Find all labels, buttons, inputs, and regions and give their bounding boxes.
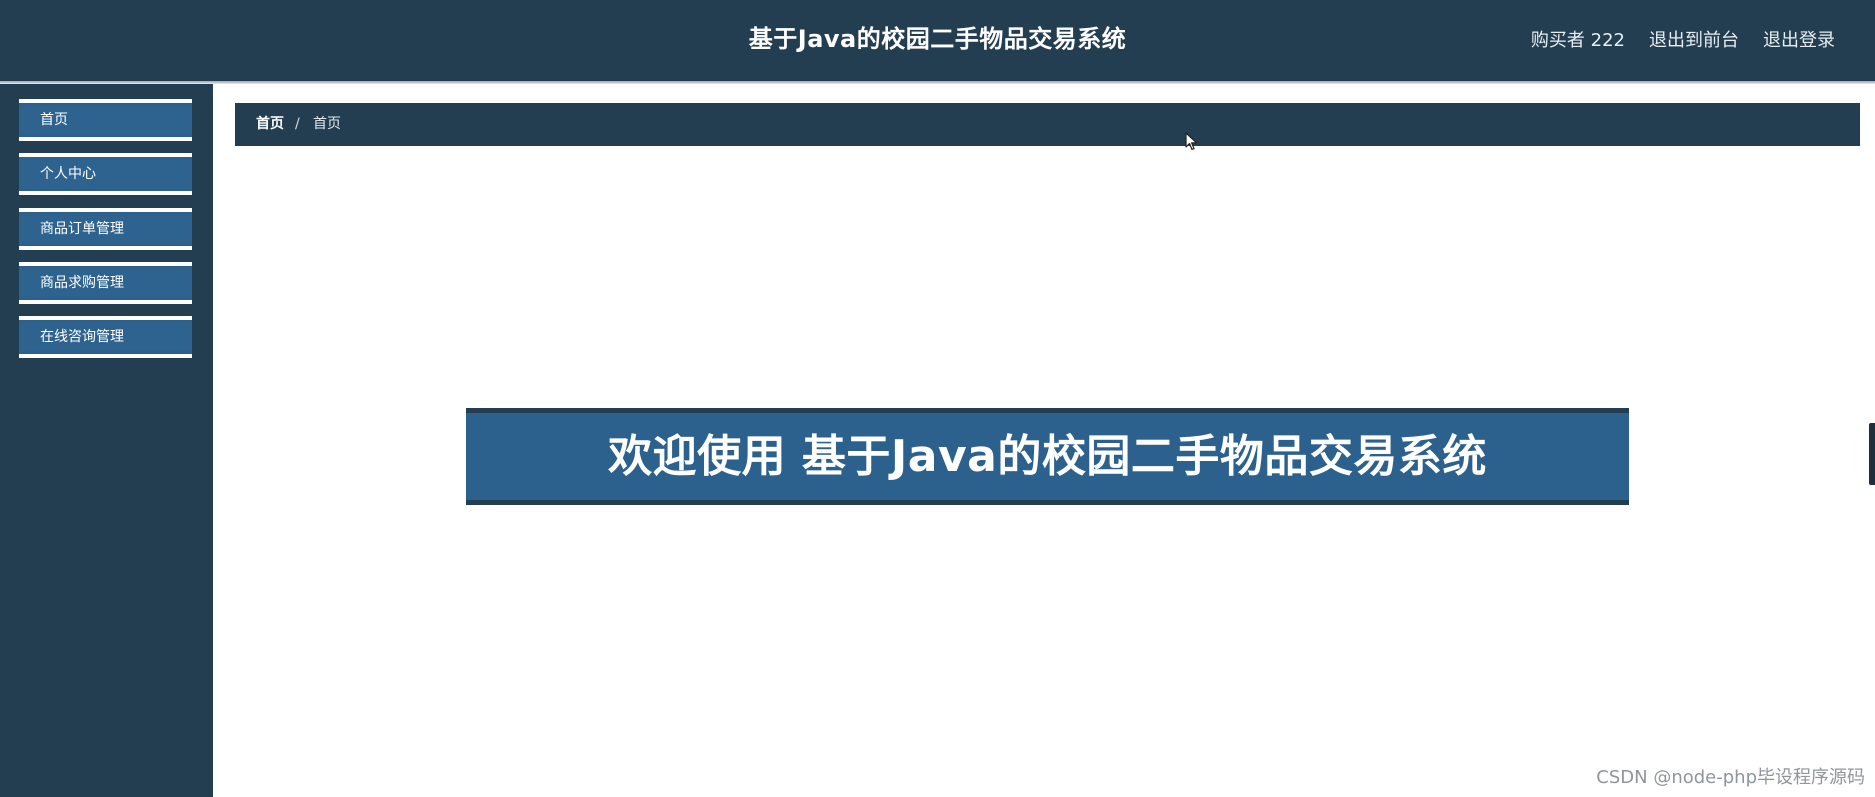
watermark-text: CSDN @node-php毕设程序源码 — [1596, 767, 1865, 788]
sidebar-item-online-consult-management[interactable]: 在线咨询管理 — [19, 316, 192, 358]
breadcrumb: 首页 / 首页 — [235, 103, 1860, 146]
breadcrumb-root[interactable]: 首页 — [256, 103, 284, 146]
welcome-banner: 欢迎使用 基于Java的校园二手物品交易系统 — [466, 408, 1629, 505]
breadcrumb-current: 首页 — [313, 116, 341, 132]
side-scroll-tab[interactable] — [1869, 423, 1875, 485]
sidebar-item-label: 商品求购管理 — [40, 275, 124, 291]
sidebar-item-home[interactable]: 首页 — [19, 99, 192, 141]
current-user-label[interactable]: 购买者 222 — [1531, 26, 1625, 52]
sidebar-item-order-management[interactable]: 商品订单管理 — [19, 208, 192, 250]
sidebar: 首页 个人中心 商品订单管理 商品求购管理 在线咨询管理 — [0, 84, 213, 797]
sidebar-item-label: 首页 — [40, 112, 68, 128]
sidebar-item-label: 个人中心 — [40, 166, 96, 182]
back-to-frontend-link[interactable]: 退出到前台 — [1649, 26, 1739, 52]
top-header-bar: 基于Java的校园二手物品交易系统 购买者 222 退出到前台 退出登录 — [0, 0, 1875, 81]
logout-link[interactable]: 退出登录 — [1763, 26, 1835, 52]
mouse-cursor-icon — [1185, 132, 1198, 151]
sidebar-item-label: 商品订单管理 — [40, 221, 124, 237]
header-divider — [0, 81, 1875, 84]
sidebar-item-personal-center[interactable]: 个人中心 — [19, 153, 192, 195]
breadcrumb-separator: / — [295, 116, 300, 132]
sidebar-item-purchase-request-management[interactable]: 商品求购管理 — [19, 262, 192, 304]
sidebar-item-label: 在线咨询管理 — [40, 329, 124, 345]
top-right-links: 购买者 222 退出到前台 退出登录 — [1531, 26, 1835, 52]
